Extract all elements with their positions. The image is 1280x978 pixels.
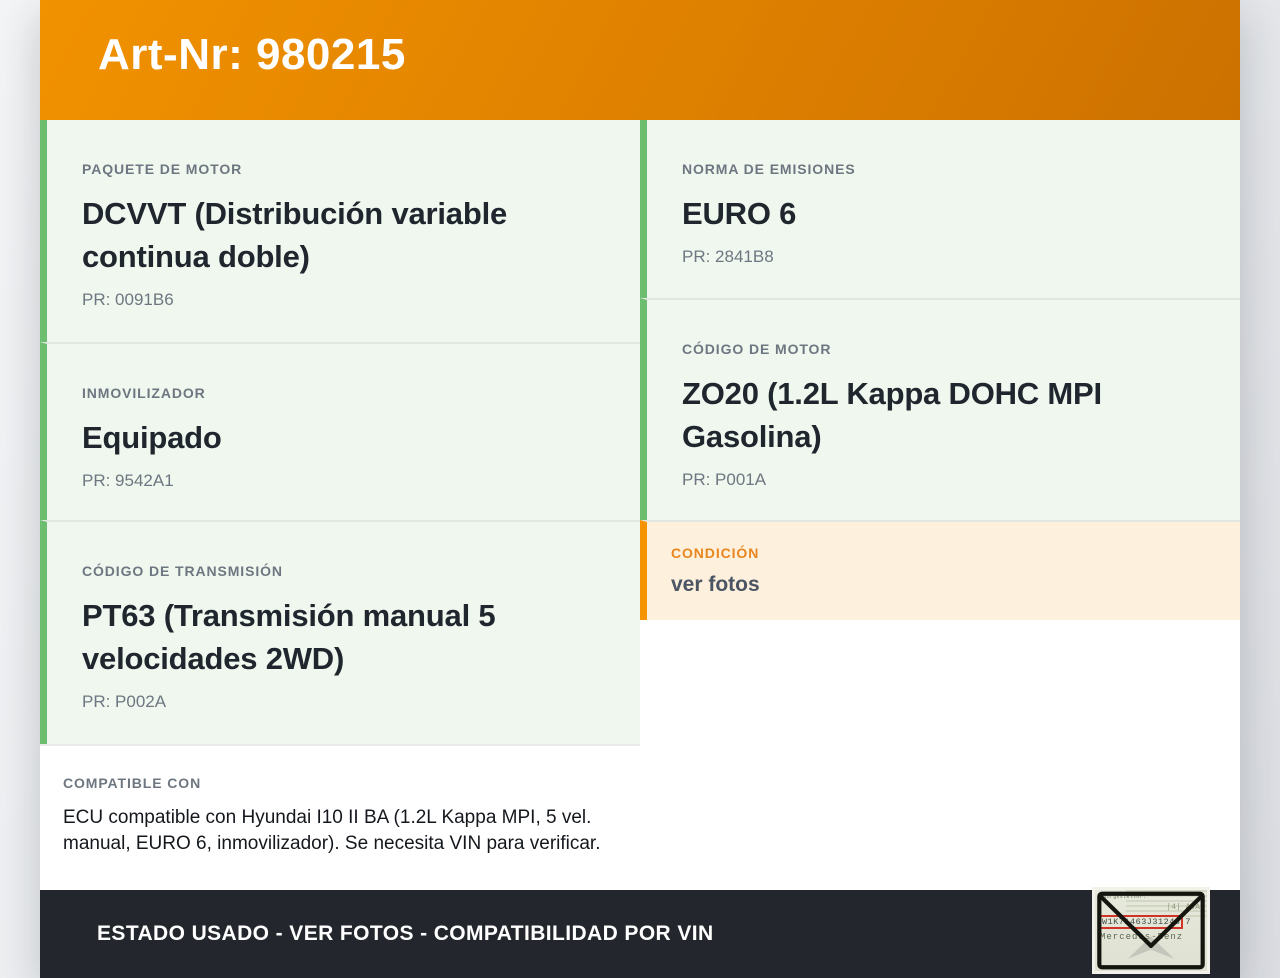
card-label: COMPATIBLE CON [63,775,202,791]
card-value: DCVVT (Distribución variable continua do… [82,196,508,274]
card-inmovilizador: INMOVILIZADOR Equipado PR: 9542A1 [40,342,640,520]
card-pr-code: PR: P002A [82,692,167,711]
card-paquete-de-motor: PAQUETE DE MOTOR DCVVT (Distribución var… [40,120,640,342]
card-condicion: CONDICIÓN ver fotos [640,520,1240,620]
card-codigo-de-transmision: CÓDIGO DE TRANSMISIÓN PT63 (Transmisión … [40,520,640,744]
card-value: PT63 (Transmisión manual 5 velocidades 2… [82,598,496,676]
content-area: PAQUETE DE MOTOR DCVVT (Distribución var… [40,120,1240,890]
envelope-icon [1097,891,1205,970]
footer-status-text: ESTADO USADO - VER FOTOS - COMPATIBILIDA… [97,922,714,945]
vin-document-photo: Fahrgestellnr. |4| AJA W1K71463J31248 7 … [1092,887,1210,974]
card-label: CÓDIGO DE MOTOR [682,341,832,357]
card-compatible-con: COMPATIBLE CON ECU compatible con Hyunda… [40,744,640,890]
card-compatibility-text: ECU compatible con Hyundai I10 II BA (1.… [63,807,601,854]
condition-value: ver fotos [671,573,760,596]
card-value: ZO20 (1.2L Kappa DOHC MPI Gasolina) [682,376,1102,454]
card-label: INMOVILIZADOR [82,385,206,401]
card-codigo-de-motor: CÓDIGO DE MOTOR ZO20 (1.2L Kappa DOHC MP… [640,298,1240,520]
card-value: Equipado [82,420,222,455]
right-column: NORMA DE EMISIONES EURO 6 PR: 2841B8 CÓD… [640,120,1240,890]
card-pr-code: PR: 9542A1 [82,471,174,490]
left-column: PAQUETE DE MOTOR DCVVT (Distribución var… [40,120,640,890]
registration-document: Fahrgestellnr. |4| AJA W1K71463J31248 7 … [1095,890,1207,971]
header-banner: Art-Nr: 980215 [40,0,1240,120]
card-label: NORMA DE EMISIONES [682,161,856,177]
card-pr-code: PR: 2841B8 [682,247,774,266]
card-label: CÓDIGO DE TRANSMISIÓN [82,563,283,579]
page-title: Art-Nr: 980215 [98,30,406,79]
card-pr-code: PR: 0091B6 [82,290,174,309]
footer-bar: ESTADO USADO - VER FOTOS - COMPATIBILIDA… [40,887,1240,978]
card-pr-code: PR: P001A [682,470,767,489]
right-column-filler [640,620,1240,890]
card-label: CONDICIÓN [671,545,760,561]
card-norma-de-emisiones: NORMA DE EMISIONES EURO 6 PR: 2841B8 [640,120,1240,298]
card-value: EURO 6 [682,196,797,231]
listing-container: Art-Nr: 980215 PAQUETE DE MOTOR DCVVT (D… [40,0,1240,978]
card-label: PAQUETE DE MOTOR [82,161,243,177]
